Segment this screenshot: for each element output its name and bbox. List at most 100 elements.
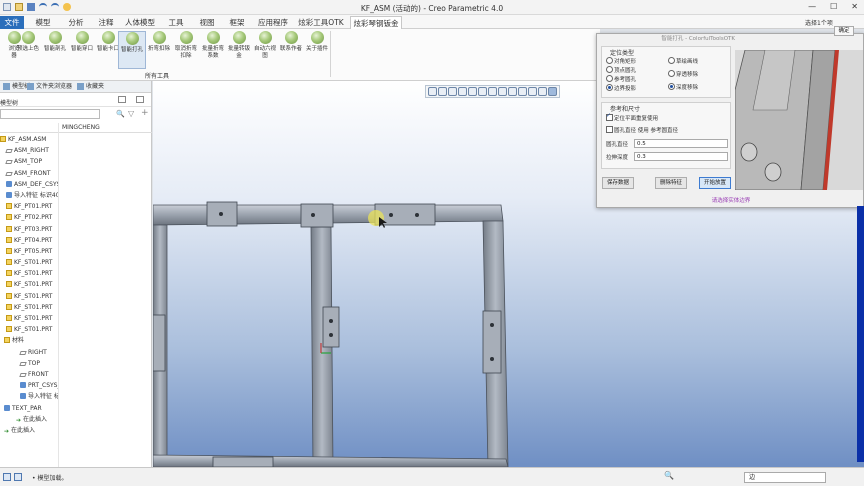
tree-item-label: KF_ST01.PRT	[14, 292, 53, 300]
tab-9[interactable]: 炫彩工具OTK	[296, 16, 346, 29]
selection-count: 选择1个项	[805, 20, 833, 27]
find-tool-icon[interactable]: 🔍	[664, 471, 674, 480]
tree-item[interactable]: ASM_FRONT	[0, 168, 58, 179]
tree-item[interactable]: ASM_RIGHT	[0, 145, 58, 156]
depth-input[interactable]: 0.3	[634, 152, 728, 161]
start-place-button[interactable]: 开始放置	[699, 177, 731, 189]
save-data-button[interactable]: 保存数据	[602, 177, 634, 189]
tree-item[interactable]: KF_ST01.PRT	[0, 313, 58, 324]
find-icon[interactable]: 🔍	[116, 110, 125, 118]
settings-icon[interactable]	[118, 96, 126, 103]
model-tree-search-input[interactable]	[0, 109, 100, 119]
ribbon-button-2[interactable]: 智能剖孔	[41, 31, 69, 69]
radio-vertex-hole[interactable]: 顶点圆孔	[606, 66, 636, 74]
tree-item-label: ASM_DEF_CSYS	[14, 180, 58, 188]
tree-item[interactable]: ➔ 在此插入	[0, 414, 58, 425]
tree-item[interactable]: PRT_CSYS_DEF	[0, 380, 58, 391]
reuse-plane-checkbox[interactable]: 定位平面重复使用	[606, 112, 658, 122]
delete-feature-button[interactable]: 删除特征	[655, 177, 687, 189]
tool-ball-icon	[179, 31, 193, 44]
tree-item[interactable]: KF_ASM.ASM	[0, 134, 58, 145]
ribbon-button-7[interactable]: 取消折弯 扣除	[172, 31, 200, 69]
radio-through-remove[interactable]: 穿透移除	[668, 70, 698, 78]
tree-item[interactable]: ➔ 在此插入	[0, 425, 58, 436]
tab-6[interactable]: 视图	[194, 16, 220, 29]
tree-item-label: FRONT	[28, 370, 49, 378]
ribbon-button-5[interactable]: 智能打孔	[118, 31, 146, 69]
tree-item[interactable]: KF_ST01.PRT	[0, 279, 58, 290]
ribbon-button-1[interactable]: 预选上色	[14, 31, 42, 69]
browser-toggle-icon[interactable]	[14, 473, 22, 481]
close-button[interactable]: ✕	[851, 2, 858, 11]
tree-item[interactable]: KF_PT05.PRT	[0, 246, 58, 257]
use-ref-diameter-checkbox[interactable]: 圆孔直径 使用 参考圆直径	[606, 126, 678, 134]
radio-reference-hole[interactable]: 参考圆孔	[606, 75, 636, 83]
filter-icon[interactable]: ▽	[128, 109, 134, 118]
tab-7[interactable]: 框架	[224, 16, 250, 29]
radio-diagonal-rect[interactable]: 对角矩形	[606, 57, 636, 65]
ribbon-button-label: 折弯扣除	[147, 46, 170, 52]
tree-item[interactable]: RIGHT	[0, 347, 58, 358]
tab-0[interactable]: 文件	[0, 16, 24, 29]
ribbon-button-9[interactable]: 批量转钣 金	[225, 31, 253, 69]
plane-icon	[5, 160, 13, 165]
tree-item[interactable]: FRONT	[0, 369, 58, 380]
ribbon-button-12[interactable]: 关于插件	[303, 31, 331, 69]
tree-item[interactable]: 材料	[0, 335, 58, 346]
ribbon-button-3[interactable]: 智能穿口	[68, 31, 96, 69]
tree-item[interactable]: KF_PT01.PRT	[0, 201, 58, 212]
tree-item[interactable]: TOP	[0, 358, 58, 369]
selection-filter-select[interactable]: 边	[744, 472, 826, 483]
tab-1[interactable]: 模型	[28, 16, 58, 29]
tab-5[interactable]: 工具	[162, 16, 190, 29]
ribbon-button-11[interactable]: 联系作者	[277, 31, 305, 69]
ribbon-button-label: 关于插件	[305, 46, 328, 52]
tab-8[interactable]: 应用程序	[254, 16, 292, 29]
ribbon-button-8[interactable]: 批量折弯 系数	[199, 31, 227, 69]
radio-sketch-line[interactable]: 草绘画线	[668, 57, 698, 65]
reference-size-group: 参考和尺寸 定位平面重复使用 圆孔直径 使用 参考圆直径 圆孔直径 0.5 拉伸…	[601, 102, 731, 169]
ribbon-panel: 所有工具 浏览 器预选上色 智能剖孔 智能穿口 智能卡口 智能打孔 折弯扣除 取消折弯 扣除…	[0, 29, 600, 81]
tree-item-label: 导入特征 标识1	[28, 393, 58, 401]
minimize-button[interactable]: —	[808, 2, 816, 11]
ribbon-button-10[interactable]: 自动六视 图	[251, 31, 279, 69]
tab-2[interactable]: 分析	[62, 16, 90, 29]
ribbon-group-label: 所有工具	[145, 73, 170, 80]
tree-item-label: TOP	[28, 359, 41, 367]
ribbon-button-6[interactable]: 折弯扣除	[145, 31, 173, 69]
tree-item[interactable]: ASM_TOP	[0, 156, 58, 167]
diameter-input[interactable]: 0.5	[634, 139, 728, 148]
tab-folder-browser[interactable]: 文件夹浏览器	[26, 82, 72, 92]
maximize-button[interactable]: ☐	[830, 2, 837, 11]
tab-10[interactable]: 炫彩琴钢钣金	[350, 16, 402, 29]
gusset-plate	[322, 306, 340, 348]
radio-depth-remove[interactable]: 深度移除	[668, 83, 698, 91]
tree-item[interactable]: KF_ST01.PRT	[0, 291, 58, 302]
tree-item[interactable]: ASM_DEF_CSYS	[0, 179, 58, 190]
confirm-button[interactable]: 确定	[834, 26, 854, 36]
tab-3[interactable]: 注释	[94, 16, 118, 29]
tree-item[interactable]: KF_PT02.PRT	[0, 212, 58, 223]
tree-item[interactable]: KF_ST01.PRT	[0, 302, 58, 313]
tab-4[interactable]: 人体模型	[122, 16, 158, 29]
tool-ball-icon	[284, 31, 298, 44]
tree-item[interactable]: KF_PT04.PRT	[0, 235, 58, 246]
add-column-icon[interactable]: +	[141, 108, 149, 118]
tree-item[interactable]: KF_ST01.PRT	[0, 324, 58, 335]
model-tree-panel: 模型树 文件夹浏览器 收藏夹 模型树 🔍 ▽ + MINGCHENG KF_AS…	[0, 81, 152, 467]
tree-item[interactable]: KF_ST01.PRT	[0, 257, 58, 268]
show-icon[interactable]	[136, 96, 144, 103]
radio-boundary-projection[interactable]: 边界投影	[606, 84, 636, 92]
tree-item[interactable]: 导入特征 标识1	[0, 391, 58, 402]
tree-item[interactable]: KF_PT03.PRT	[0, 224, 58, 235]
window-controls: — ☐ ✕	[808, 2, 858, 11]
tree-item[interactable]: 导入特征 标识40	[0, 190, 58, 201]
tree-item[interactable]: KF_ST01.PRT	[0, 268, 58, 279]
reference-size-title: 参考和尺寸	[610, 106, 641, 113]
tree-item-label: 在此插入	[11, 426, 36, 434]
plane-icon	[5, 149, 13, 154]
tab-favorites[interactable]: 收藏夹	[76, 82, 104, 92]
model-tree-title: 模型树	[0, 100, 19, 107]
tree-item[interactable]: TEXT_PAR	[0, 403, 58, 414]
tree-toggle-icon[interactable]	[3, 473, 11, 481]
